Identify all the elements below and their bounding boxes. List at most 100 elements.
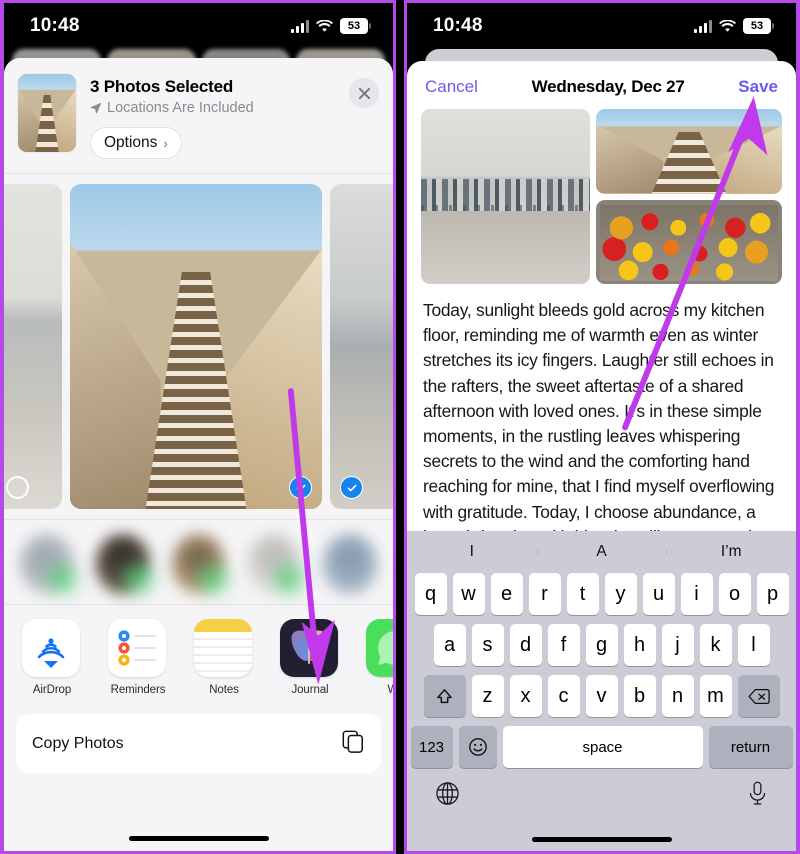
key-e[interactable]: e <box>490 573 523 615</box>
app-label: Reminders <box>110 684 166 696</box>
key-f[interactable]: f <box>547 624 580 666</box>
app-label: Journal <box>291 684 329 696</box>
reminders-icon <box>108 619 166 677</box>
selection-thumbnail <box>18 74 76 152</box>
key-a[interactable]: a <box>433 624 466 666</box>
status-indicators: 53 <box>291 18 371 34</box>
wifi-icon <box>316 19 333 33</box>
share-sheet-title-block: 3 Photos Selected Locations Are Included… <box>90 74 335 159</box>
photo-strip <box>4 174 393 519</box>
status-bar-left: 10:48 53 <box>4 3 393 49</box>
key-x[interactable]: x <box>509 675 542 717</box>
status-bar-right: 10:48 53 <box>407 3 796 49</box>
battery-icon: 53 <box>340 18 371 34</box>
battery-icon: 53 <box>743 18 774 34</box>
backspace-key[interactable] <box>737 675 780 717</box>
app-row: AirDrop Reminders Notes Journal <box>4 605 393 702</box>
selection-circle-unselected[interactable] <box>6 476 29 499</box>
journal-photo[interactable] <box>596 109 782 194</box>
selection-checkmark[interactable] <box>289 476 312 499</box>
photo-item[interactable] <box>330 184 393 509</box>
key-l[interactable]: l <box>737 624 770 666</box>
key-h[interactable]: h <box>623 624 656 666</box>
journal-photo[interactable] <box>421 109 590 284</box>
chevron-right-icon: › <box>163 135 168 151</box>
cellular-bars-icon <box>694 19 712 33</box>
app-whatsapp[interactable]: Wh <box>366 619 393 696</box>
contact-avatar[interactable] <box>171 534 227 594</box>
on-screen-keyboard: I A I’m q w e r t y u i o p a s d f g h … <box>407 531 796 851</box>
globe-key[interactable] <box>435 781 460 811</box>
contact-avatar[interactable] <box>95 534 151 594</box>
suggested-contacts-row <box>4 520 393 604</box>
copy-photos-row[interactable]: Copy Photos <box>16 714 381 773</box>
key-r[interactable]: r <box>528 573 561 615</box>
shift-key[interactable] <box>423 675 466 717</box>
app-reminders[interactable]: Reminders <box>108 619 168 696</box>
key-d[interactable]: d <box>509 624 542 666</box>
left-phone-panel: 10:48 53 3 Photos Selected Locations Are… <box>0 0 396 854</box>
suggestion-item[interactable]: I’m <box>666 543 796 561</box>
copy-icon <box>341 729 365 758</box>
cellular-bars-icon <box>291 19 309 33</box>
app-label: Notes <box>209 684 239 696</box>
key-v[interactable]: v <box>585 675 618 717</box>
journal-nav-bar: Cancel Wednesday, Dec 27 Save <box>407 61 796 109</box>
options-label: Options <box>104 134 158 151</box>
suggestion-item[interactable]: I <box>407 543 537 561</box>
app-notes[interactable]: Notes <box>194 619 254 696</box>
suggestion-bar: I A I’m <box>407 531 796 573</box>
key-c[interactable]: c <box>547 675 580 717</box>
suggestion-item[interactable]: A <box>536 543 667 561</box>
share-sheet-subtitle-row: Locations Are Included <box>90 100 335 116</box>
keyboard-row-4: 123 space return <box>407 726 796 768</box>
space-key[interactable]: space <box>502 726 703 768</box>
app-airdrop[interactable]: AirDrop <box>22 619 82 696</box>
save-button[interactable]: Save <box>738 77 778 97</box>
return-key[interactable]: return <box>708 726 793 768</box>
numbers-key[interactable]: 123 <box>410 726 453 768</box>
app-journal[interactable]: Journal <box>280 619 340 696</box>
cancel-button[interactable]: Cancel <box>425 77 478 97</box>
journal-entry-text[interactable]: Today, sunlight bleeds gold across my ki… <box>407 284 796 550</box>
key-b[interactable]: b <box>623 675 656 717</box>
keyboard-bottom-row <box>407 777 796 811</box>
key-n[interactable]: n <box>661 675 694 717</box>
photo-item[interactable] <box>70 184 322 509</box>
emoji-key[interactable] <box>458 726 497 768</box>
key-g[interactable]: g <box>585 624 618 666</box>
contact-avatar[interactable] <box>247 534 303 594</box>
key-q[interactable]: q <box>414 573 447 615</box>
key-p[interactable]: p <box>756 573 789 615</box>
key-j[interactable]: j <box>661 624 694 666</box>
key-m[interactable]: m <box>699 675 732 717</box>
key-i[interactable]: i <box>680 573 713 615</box>
close-button[interactable] <box>349 78 379 108</box>
options-button[interactable]: Options › <box>90 127 182 159</box>
key-z[interactable]: z <box>471 675 504 717</box>
contact-avatar[interactable] <box>20 534 75 594</box>
key-t[interactable]: t <box>566 573 599 615</box>
globe-icon <box>436 782 459 805</box>
selection-checkmark[interactable] <box>340 476 363 499</box>
key-u[interactable]: u <box>642 573 675 615</box>
status-time: 10:48 <box>30 15 80 36</box>
photo-item[interactable] <box>4 184 62 509</box>
backspace-icon <box>747 688 770 704</box>
key-s[interactable]: s <box>471 624 504 666</box>
key-w[interactable]: w <box>452 573 485 615</box>
share-sheet-header: 3 Photos Selected Locations Are Included… <box>4 58 393 159</box>
journal-entry-sheet: Cancel Wednesday, Dec 27 Save Today, sun… <box>407 61 796 851</box>
dictation-key[interactable] <box>747 781 768 811</box>
location-arrow-icon <box>90 102 102 114</box>
key-y[interactable]: y <box>604 573 637 615</box>
key-k[interactable]: k <box>699 624 732 666</box>
key-o[interactable]: o <box>718 573 751 615</box>
screenshot-stage: 10:48 53 3 Photos Selected Locations Are… <box>0 0 800 854</box>
app-label: Wh <box>366 684 393 696</box>
contact-avatar[interactable] <box>323 534 377 594</box>
whatsapp-icon <box>366 619 393 677</box>
right-phone-panel: 10:48 53 Cancel Wednesday, Dec 27 Save T… <box>404 0 800 854</box>
share-sheet-title: 3 Photos Selected <box>90 77 234 96</box>
journal-photo[interactable] <box>596 199 782 284</box>
